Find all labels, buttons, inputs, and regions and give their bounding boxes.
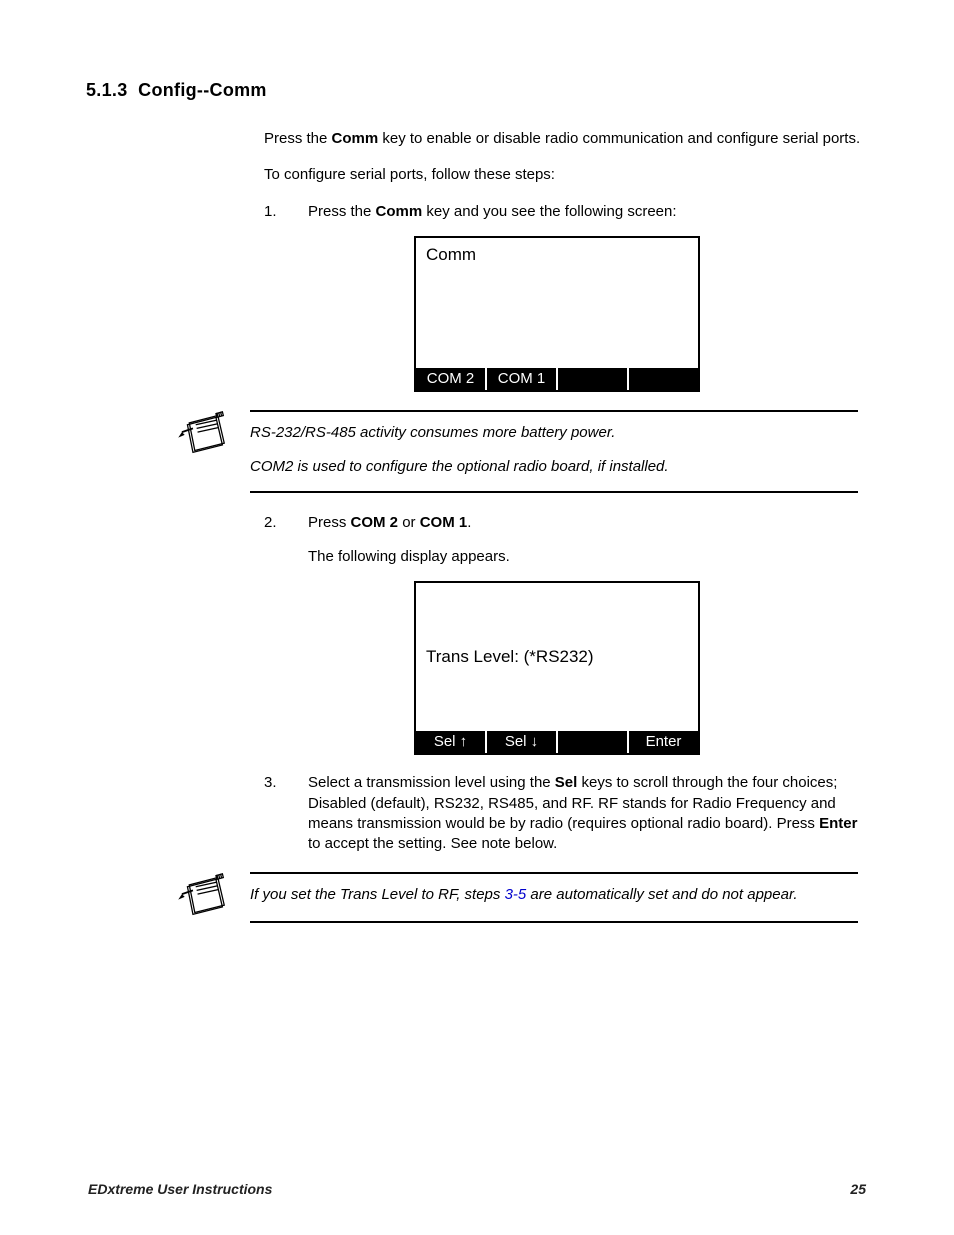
- softkey-enter: Enter: [629, 731, 698, 753]
- page-number: 25: [850, 1181, 866, 1197]
- softkey-empty: [629, 368, 698, 390]
- softkey-empty: [558, 368, 629, 390]
- step-range-link[interactable]: 3-5: [505, 886, 527, 903]
- step-number: 2.: [264, 513, 308, 533]
- screen-comm: Comm COM 2 COM 1: [414, 236, 700, 392]
- note-block-2: If you set the Trans Level to RF, steps …: [86, 872, 866, 923]
- step-2: 2. Press COM 2 or COM 1.: [264, 513, 866, 533]
- note-icon: [176, 410, 236, 493]
- step-3: 3. Select a transmission level using the…: [264, 773, 866, 854]
- softkey-com2: COM 2: [416, 368, 487, 390]
- step-1: 1. Press the Comm key and you see the fo…: [264, 202, 866, 222]
- screen-title: Comm: [426, 245, 476, 264]
- intro-paragraph-1: Press the Comm key to enable or disable …: [264, 129, 866, 149]
- note-line: COM2 is used to configure the optional r…: [250, 456, 858, 479]
- screen-line: Trans Level: (*RS232): [426, 646, 594, 669]
- softkey-sel-down: Sel ↓: [487, 731, 558, 753]
- softkey-bar: COM 2 COM 1: [416, 368, 698, 390]
- note-icon: [176, 872, 236, 923]
- note-line: RS-232/RS-485 activity consumes more bat…: [250, 422, 858, 445]
- note-line: If you set the Trans Level to RF, steps …: [250, 884, 858, 907]
- section-number: 5.1.3: [86, 80, 128, 100]
- softkey-empty: [558, 731, 629, 753]
- page-footer: EDxtreme User Instructions 25: [88, 1181, 866, 1197]
- step-2-sub: The following display appears.: [308, 547, 866, 567]
- softkey-bar: Sel ↑ Sel ↓ Enter: [416, 731, 698, 753]
- intro-paragraph-2: To configure serial ports, follow these …: [264, 165, 866, 185]
- section-title: Config--Comm: [138, 80, 267, 100]
- softkey-com1: COM 1: [487, 368, 558, 390]
- footer-title: EDxtreme User Instructions: [88, 1181, 272, 1197]
- section-heading: 5.1.3 Config--Comm: [86, 80, 866, 101]
- screen-trans-level: Trans Level: (*RS232) Sel ↑ Sel ↓ Enter: [414, 581, 700, 755]
- step-number: 1.: [264, 202, 308, 222]
- step-number: 3.: [264, 773, 308, 854]
- note-block-1: RS-232/RS-485 activity consumes more bat…: [86, 410, 866, 493]
- softkey-sel-up: Sel ↑: [416, 731, 487, 753]
